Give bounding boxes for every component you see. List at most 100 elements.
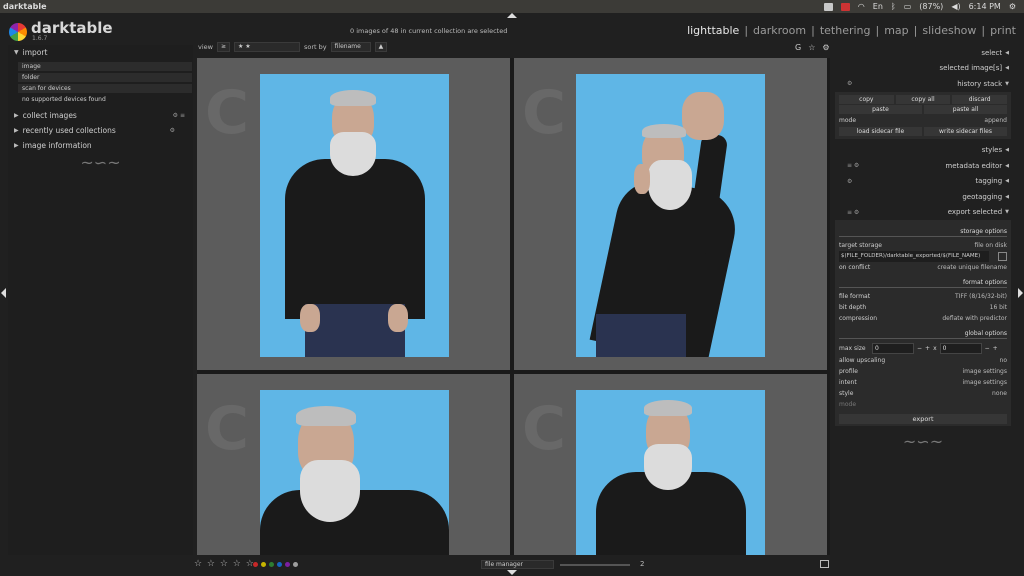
profile-combobox[interactable]: profile image settings (839, 366, 1007, 377)
metadata-editor-header[interactable]: ≡ ⚙ metadata editor ◀ (833, 158, 1013, 174)
max-width-input[interactable]: 0 (872, 343, 914, 354)
color-label-dot[interactable] (293, 562, 298, 567)
preferences-gear-icon[interactable]: ⚙ (822, 43, 829, 52)
copy-all-button[interactable]: copy all (895, 94, 951, 104)
thumbnail-image[interactable] (260, 390, 449, 555)
write-sidecar-button[interactable]: write sidecar files (924, 126, 1007, 136)
history-stack-header[interactable]: ⚙ history stack ▼ (833, 76, 1013, 92)
export-button[interactable]: export (839, 414, 1007, 424)
toolbar-right-icons: G ☆ ⚙ (795, 43, 830, 52)
file-format-combobox[interactable]: file format TIFF (8/16/32-bit) (839, 291, 1007, 302)
color-label-dot[interactable] (261, 562, 266, 567)
export-path-input[interactable]: $(FILE_FOLDER)/darktable_exported/$(FILE… (839, 251, 989, 262)
bluetooth-icon[interactable]: ᛒ (891, 2, 896, 11)
selected-images-header[interactable]: selected image[s] ◀ (833, 61, 1013, 77)
compression-combobox[interactable]: compression deflate with predictor (839, 313, 1007, 324)
color-label-dot[interactable] (285, 562, 290, 567)
keyboard-lang-indicator[interactable]: En (873, 2, 883, 11)
collect-images-header[interactable]: ▶ collect images ⚙ ≡ (8, 108, 193, 123)
zoom-slider[interactable] (560, 564, 630, 566)
reset-icon[interactable]: ⚙ (170, 127, 175, 134)
bottom-panel-toggle-icon[interactable] (507, 570, 517, 575)
view-print[interactable]: print (990, 24, 1016, 37)
panel-end-squiggle-icon: ~∽~ (902, 432, 944, 451)
increment-icon[interactable]: + (925, 345, 930, 352)
rating-comparator-select[interactable]: ≥ (216, 42, 230, 52)
rating-filter-select[interactable]: ★ ★ (234, 42, 300, 52)
scan-devices-button[interactable]: scan for devices (18, 84, 192, 93)
intent-combobox[interactable]: intent image settings (839, 377, 1007, 388)
color-label-dot[interactable] (277, 562, 282, 567)
recent-collections-header[interactable]: ▶ recently used collections ⚙ (8, 123, 193, 138)
folder-browse-icon[interactable] (998, 252, 1007, 261)
clock[interactable]: 6:14 PM (969, 2, 1001, 11)
wifi-icon[interactable]: ◠ (858, 2, 865, 11)
thumbnail-cell[interactable]: C (197, 58, 510, 370)
decrement-icon[interactable]: − (917, 345, 922, 352)
preset-gear-icon[interactable]: ≡ ⚙ (847, 209, 859, 216)
sort-direction-toggle[interactable]: ▲ (374, 42, 388, 52)
rating-stars[interactable]: ☆ ☆ ☆ ☆ ☆ (194, 559, 255, 569)
record-icon[interactable] (840, 2, 850, 11)
mode-combobox[interactable]: mode append (839, 115, 1007, 126)
view-slideshow[interactable]: slideshow (922, 24, 976, 37)
filmstrip-icon[interactable] (820, 560, 829, 568)
style-combobox[interactable]: style none (839, 388, 1007, 399)
allow-upscaling-combobox[interactable]: allow upscaling no (839, 355, 1007, 366)
image-information-header[interactable]: ▶ image information (8, 138, 193, 153)
zoom-value[interactable]: 2 (640, 560, 644, 568)
left-panel-toggle-icon[interactable] (1, 288, 6, 298)
geotagging-header[interactable]: geotagging ◀ (833, 189, 1013, 205)
decrement-icon[interactable]: − (985, 345, 990, 352)
update-icon[interactable] (823, 2, 833, 11)
expanded-triangle-icon: ▼ (1005, 209, 1009, 216)
preset-gear-icon[interactable]: ≡ ⚙ (847, 162, 859, 169)
view-map[interactable]: map (884, 24, 908, 37)
thumbnail-image[interactable] (576, 74, 765, 357)
styles-header[interactable]: styles ◀ (833, 143, 1013, 159)
import-folder-button[interactable]: folder (18, 73, 192, 82)
paste-all-button[interactable]: paste all (924, 104, 1007, 114)
reset-icon[interactable]: ⚙ (847, 80, 852, 87)
thumbnail-image[interactable] (260, 74, 449, 357)
increment-icon[interactable]: + (993, 345, 998, 352)
select-module-header[interactable]: select ◀ (833, 45, 1013, 61)
battery-icon[interactable]: ▭ (904, 2, 912, 11)
color-label-dot[interactable] (269, 562, 274, 567)
bit-depth-value: 16 bit (989, 304, 1007, 311)
on-conflict-combobox[interactable]: on conflict create unique filename (839, 262, 1007, 273)
discard-button[interactable]: discard (952, 94, 1008, 104)
import-image-button[interactable]: image (18, 62, 192, 71)
bit-depth-combobox[interactable]: bit depth 16 bit (839, 302, 1007, 313)
layout-select[interactable]: file manager (481, 560, 554, 569)
thumbnail-cell[interactable]: C (514, 374, 827, 555)
target-storage-combobox[interactable]: target storage file on disk (839, 240, 1007, 251)
view-tethering[interactable]: tethering (820, 24, 871, 37)
reset-icon[interactable]: ⚙ (847, 178, 852, 185)
copy-button[interactable]: copy (839, 94, 894, 104)
sort-by-select[interactable]: filename (330, 42, 371, 52)
volume-icon[interactable]: ◀) (951, 2, 960, 11)
thumbnail-image[interactable] (576, 390, 765, 555)
compression-value: deflate with predictor (942, 315, 1007, 322)
max-height-input[interactable]: 0 (939, 343, 982, 354)
view-darkroom[interactable]: darkroom (753, 24, 806, 37)
grouping-icon[interactable]: G (795, 43, 801, 52)
settings-gear-icon[interactable]: ⚙ (1009, 2, 1016, 11)
import-section-header[interactable]: ▼ import (8, 45, 193, 60)
load-sidecar-button[interactable]: load sidecar file (839, 126, 922, 136)
color-label-dot[interactable] (253, 562, 258, 567)
export-selected-header[interactable]: ≡ ⚙ export selected ▼ (833, 205, 1013, 221)
right-panel-toggle-icon[interactable] (1018, 288, 1023, 298)
system-tray: ◠ En ᛒ ▭ (87%) ◀) 6:14 PM ⚙ (823, 2, 1024, 11)
profile-label: profile (839, 368, 858, 375)
thumbnail-cell[interactable]: C (514, 58, 827, 370)
overlay-star-icon[interactable]: ☆ (808, 43, 815, 52)
tagging-header[interactable]: ⚙ tagging ◀ (833, 174, 1013, 190)
paste-button[interactable]: paste (839, 104, 922, 114)
thumbnail-cell[interactable]: C (197, 374, 510, 555)
max-size-label: max size (839, 345, 866, 352)
top-panel-toggle-icon[interactable] (507, 13, 517, 18)
preset-gear-icon[interactable]: ⚙ ≡ (173, 112, 185, 119)
view-lighttable[interactable]: lighttable (687, 24, 739, 37)
